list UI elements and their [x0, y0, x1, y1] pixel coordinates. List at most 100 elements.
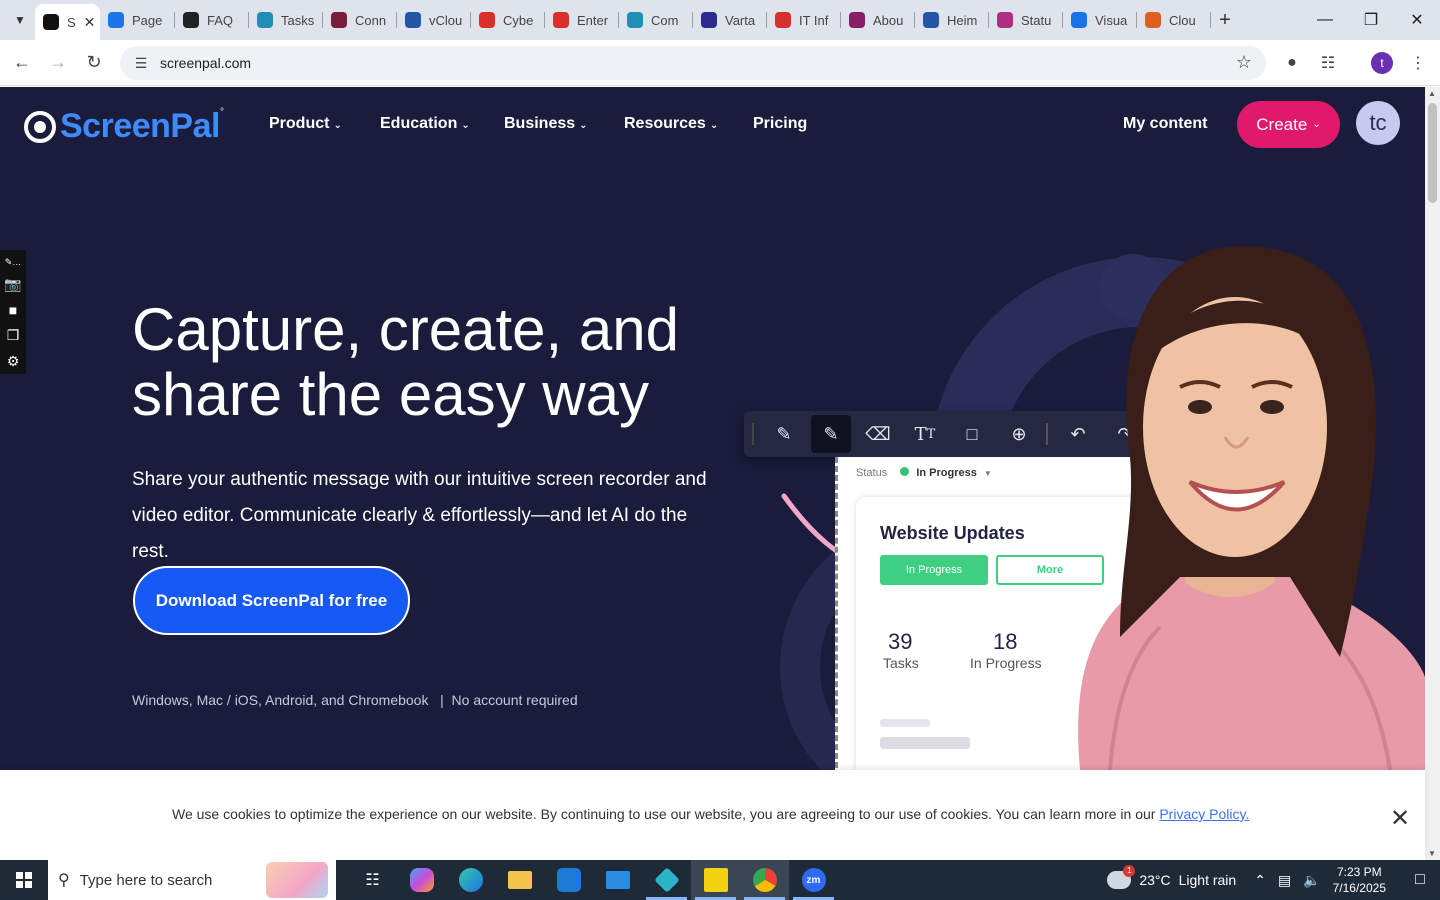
- camera-icon[interactable]: 📷: [4, 271, 21, 297]
- page-scrollbar[interactable]: ▲ ▼: [1425, 87, 1440, 860]
- zoom-app-icon[interactable]: zm: [789, 860, 838, 900]
- tab-favicon-icon: [405, 12, 421, 28]
- scroll-down-icon[interactable]: ▼: [1428, 849, 1436, 858]
- back-icon[interactable]: ←: [4, 45, 40, 81]
- browser-tab[interactable]: Conn: [323, 0, 397, 40]
- notifications-icon[interactable]: □: [1400, 871, 1440, 889]
- bookmark-star-icon[interactable]: ☆: [1236, 52, 1252, 73]
- start-button[interactable]: [0, 860, 48, 900]
- maximize-icon[interactable]: ❐: [1348, 0, 1394, 40]
- cookie-text: We use cookies to optimize the experienc…: [172, 806, 1160, 822]
- nav-label: Product: [269, 115, 330, 132]
- recorder-tools-icon[interactable]: ✎…: [5, 254, 22, 271]
- nav-item-resources[interactable]: Resources ⌄: [624, 115, 718, 133]
- browser-tab[interactable]: vClou: [397, 0, 471, 40]
- address-bar[interactable]: ☰ screenpal.com ☆: [120, 46, 1266, 80]
- file-explorer-icon[interactable]: [495, 860, 544, 900]
- browser-tab[interactable]: IT Inf: [767, 0, 841, 40]
- scrollbar-thumb[interactable]: [1428, 103, 1437, 203]
- copilot-icon[interactable]: [397, 860, 446, 900]
- chrome-icon[interactable]: [740, 860, 789, 900]
- logo-registered-mark: °: [219, 107, 224, 118]
- nav-item-product[interactable]: Product ⌄: [269, 115, 342, 133]
- pen-icon: ✎: [776, 423, 792, 444]
- mail-icon[interactable]: [593, 860, 642, 900]
- gallery-icon[interactable]: ❐: [7, 323, 20, 349]
- menu-kebab-icon[interactable]: ⋮: [1400, 40, 1436, 86]
- cookie-close-icon[interactable]: ✕: [1390, 804, 1410, 833]
- sticky-notes-icon[interactable]: [691, 860, 740, 900]
- tray-chevron-up-icon[interactable]: ⌃: [1254, 872, 1266, 889]
- profile-button[interactable]: t: [1364, 40, 1400, 86]
- clock[interactable]: 7:23 PM 7/16/2025: [1333, 864, 1386, 896]
- download-button[interactable]: Download ScreenPal for free: [133, 566, 410, 635]
- edge-icon[interactable]: [446, 860, 495, 900]
- logo-mark-icon: [24, 110, 56, 143]
- logo-text: ScreenPal: [60, 107, 220, 145]
- video-icon[interactable]: ■: [9, 297, 17, 323]
- store-icon[interactable]: [544, 860, 593, 900]
- translate-icon[interactable]: ●: [1274, 40, 1310, 86]
- tab-label: vClou: [429, 12, 463, 28]
- browser-tab[interactable]: Clou: [1137, 0, 1211, 40]
- volume-icon[interactable]: 🔈: [1303, 872, 1320, 889]
- browser-tab[interactable]: Com: [619, 0, 693, 40]
- browser-tab[interactable]: Cybe: [471, 0, 545, 40]
- tab-favicon-icon: [1071, 12, 1087, 28]
- browser-tab[interactable]: Visua: [1063, 0, 1137, 40]
- privacy-policy-link[interactable]: Privacy Policy.: [1159, 806, 1249, 822]
- screenpal-logo[interactable]: ScreenPal °: [24, 107, 224, 146]
- network-icon[interactable]: ▤: [1278, 872, 1291, 889]
- task-view-icon[interactable]: ☷: [348, 860, 397, 900]
- tab-close-icon[interactable]: ✕: [84, 14, 96, 31]
- create-label: Create: [1256, 114, 1308, 134]
- nav-item-education[interactable]: Education ⌄: [380, 115, 470, 133]
- tab-favicon-icon: [108, 12, 124, 28]
- browser-tab[interactable]: FAQ: [175, 0, 249, 40]
- tasks-label: Tasks: [883, 655, 919, 671]
- tab-favicon-icon: [331, 12, 347, 28]
- create-button[interactable]: Create ⌄: [1237, 101, 1340, 148]
- in-progress-chip: In Progress: [880, 555, 988, 585]
- nav-label: Pricing: [753, 115, 808, 132]
- user-avatar[interactable]: tc: [1356, 101, 1400, 145]
- tab-label: Enter: [577, 12, 609, 28]
- browser-tab[interactable]: Page: [100, 0, 175, 40]
- nav-item-business[interactable]: Business ⌄: [504, 115, 588, 133]
- rectangle-icon: □: [966, 423, 978, 444]
- browser-toolbar: ← → ↻ ☰ screenpal.com ☆ ● ☷ t ⋮: [0, 40, 1440, 86]
- settings-gear-icon[interactable]: ⚙: [7, 348, 20, 374]
- extensions-icon[interactable]: ☷: [1310, 40, 1346, 86]
- close-window-icon[interactable]: ✕: [1394, 0, 1440, 40]
- tab-favicon-icon: [43, 14, 59, 30]
- browser-tab[interactable]: Heim: [915, 0, 989, 40]
- browser-tab[interactable]: Varta: [693, 0, 767, 40]
- tasks-count: 39: [888, 629, 913, 654]
- nav-item-pricing[interactable]: Pricing: [753, 115, 807, 133]
- weather-widget[interactable]: 1 23°C Light rain: [1107, 865, 1236, 889]
- browser-tab[interactable]: Statu: [989, 0, 1063, 40]
- minimize-icon[interactable]: —: [1302, 0, 1348, 40]
- chevron-down-icon: ⌄: [461, 120, 470, 131]
- new-tab-button[interactable]: +: [1211, 9, 1239, 32]
- browser-tab[interactable]: S ✕: [35, 4, 100, 40]
- blurred-row: [880, 719, 930, 727]
- reload-icon[interactable]: ↻: [76, 45, 112, 81]
- scroll-up-icon[interactable]: ▲: [1428, 89, 1436, 98]
- tab-search-chevron-icon[interactable]: ▼: [5, 6, 35, 34]
- tab-label: Com: [651, 12, 679, 28]
- eraser-icon: ⌫: [865, 423, 891, 444]
- taskbar-search[interactable]: ⚲ Type here to search: [48, 860, 336, 900]
- profile-avatar: t: [1371, 52, 1393, 74]
- tab-label: Tasks: [281, 12, 315, 28]
- status-label: Status: [856, 467, 888, 479]
- browser-tab[interactable]: Tasks: [249, 0, 323, 40]
- browser-tab[interactable]: Abou: [841, 0, 915, 40]
- tab-favicon-icon: [553, 12, 569, 28]
- forward-icon[interactable]: →: [40, 45, 76, 81]
- site-info-icon[interactable]: ☰: [126, 55, 156, 72]
- browser-tab[interactable]: Enter: [545, 0, 619, 40]
- my-content-link[interactable]: My content: [1123, 115, 1207, 133]
- search-placeholder: Type here to search: [79, 871, 213, 889]
- app-icon-teal[interactable]: [642, 860, 691, 900]
